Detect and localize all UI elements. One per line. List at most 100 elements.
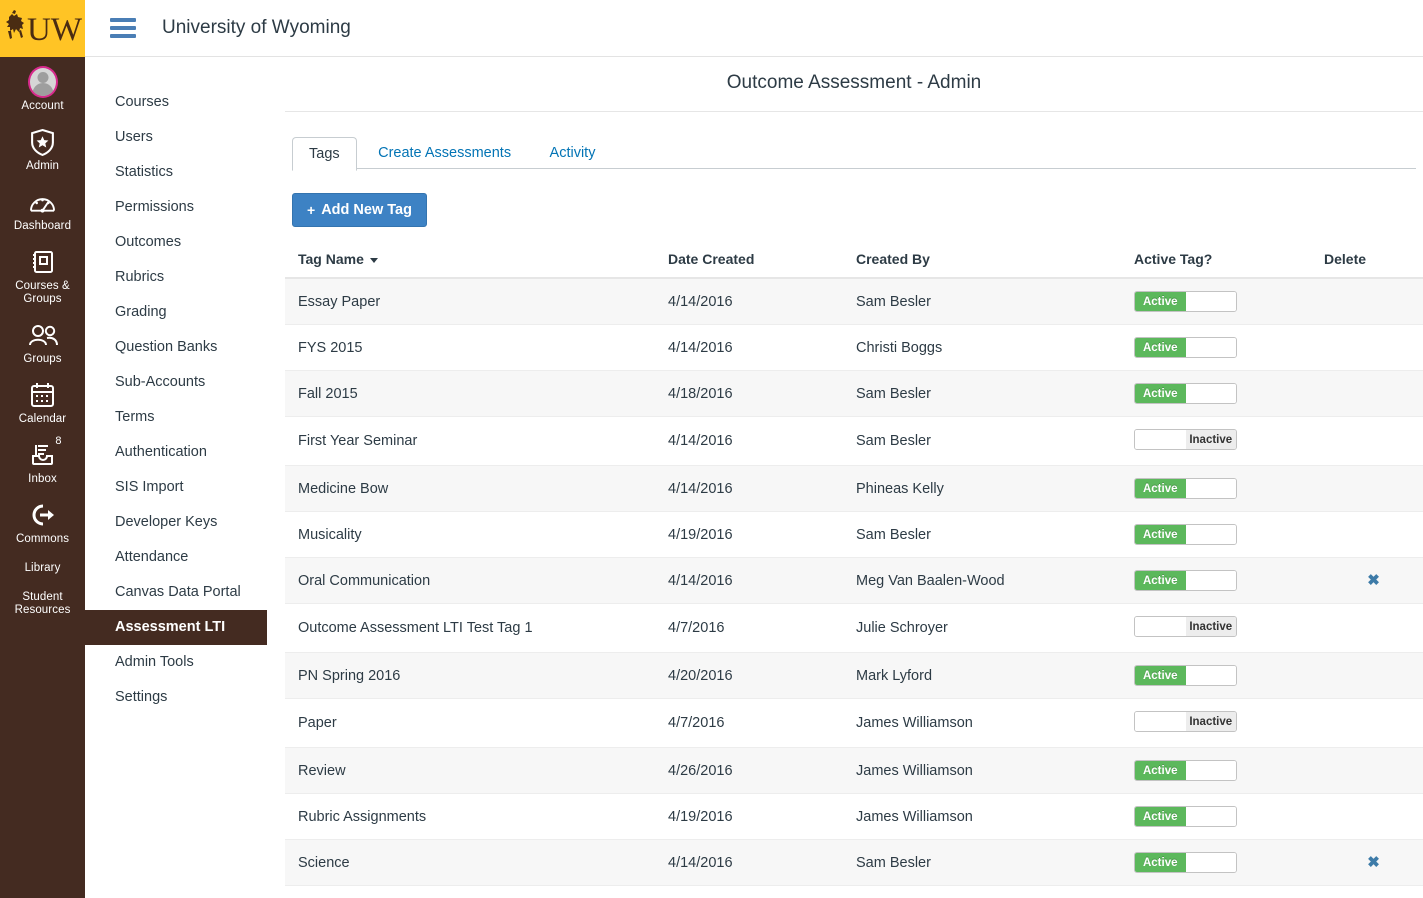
column-header-tag-name[interactable]: Tag Name: [285, 245, 668, 279]
cell-date-created: 4/20/2016: [668, 652, 856, 699]
gnav-item-inbox[interactable]: 8 Inbox: [0, 430, 85, 490]
toggle-on-label: Active: [1135, 761, 1186, 780]
cell-created-by: James Williamson: [856, 747, 1134, 794]
gauge-icon: [28, 187, 58, 217]
column-header-created-by[interactable]: Created By: [856, 245, 1134, 279]
toggle-knob: [1185, 853, 1236, 872]
top-header: University of Wyoming: [85, 0, 1423, 57]
gnav-item-dashboard[interactable]: Dashboard: [0, 177, 85, 237]
bucking-horse-icon: UW: [5, 9, 82, 48]
active-tag-toggle[interactable]: Active: [1134, 665, 1237, 686]
gnav-item-student-resources[interactable]: Student Resources: [0, 579, 85, 621]
ctx-item-admin-tools[interactable]: Admin Tools: [85, 645, 285, 680]
gnav-item-commons[interactable]: Commons: [0, 490, 85, 550]
cell-date-created: 4/7/2016: [668, 698, 856, 748]
column-header-active-tag[interactable]: Active Tag?: [1134, 245, 1324, 279]
active-tag-toggle[interactable]: Active: [1134, 760, 1237, 781]
table-row: Musicality 4/19/2016 Sam Besler Active: [285, 511, 1423, 558]
tab-create-assessments[interactable]: Create Assessments: [361, 136, 528, 170]
active-tag-toggle[interactable]: Active: [1134, 383, 1237, 404]
ctx-item-grading[interactable]: Grading: [85, 295, 285, 330]
gnav-label-courses-groups: Courses & Groups: [15, 280, 70, 305]
uw-logo[interactable]: UW: [0, 0, 85, 57]
gnav-item-courses-groups[interactable]: Courses & Groups: [0, 237, 85, 310]
people-icon: [28, 320, 58, 350]
close-x-icon[interactable]: ✖: [1367, 855, 1380, 870]
hamburger-icon[interactable]: [110, 18, 136, 38]
table-row: FYS 2015 4/14/2016 Christi Boggs Active: [285, 324, 1423, 371]
active-tag-toggle[interactable]: Active: [1134, 852, 1237, 873]
cell-active-toggle: Active: [1134, 465, 1324, 512]
ctx-item-statistics[interactable]: Statistics: [85, 155, 285, 190]
ctx-item-sis-import[interactable]: SIS Import: [85, 470, 285, 505]
cell-date-created: 4/19/2016: [668, 511, 856, 558]
cell-tag-name: Outcome Assessment LTI Test Tag 1: [285, 603, 668, 653]
cell-active-toggle: Active: [1134, 557, 1324, 604]
ctx-item-permissions[interactable]: Permissions: [85, 190, 285, 225]
cell-created-by: Sam Besler: [856, 370, 1134, 417]
cell-created-by: Erika Prager: [856, 885, 1134, 898]
active-tag-toggle[interactable]: Active: [1134, 524, 1237, 545]
active-tag-toggle[interactable]: Active: [1134, 478, 1237, 499]
table-row: Essay Paper 4/14/2016 Sam Besler Active: [285, 278, 1423, 325]
cell-active-toggle: Active: [1134, 885, 1324, 898]
active-tag-toggle[interactable]: Active: [1134, 337, 1237, 358]
cell-active-toggle: Active: [1134, 652, 1324, 699]
toggle-on-label: Active: [1135, 571, 1186, 590]
cell-tag-name: Essay Paper: [285, 278, 668, 325]
active-tag-toggle[interactable]: Active: [1134, 291, 1237, 312]
column-header-date-created[interactable]: Date Created: [668, 245, 856, 279]
add-new-tag-button[interactable]: + Add New Tag: [292, 193, 427, 227]
close-x-icon[interactable]: ✖: [1367, 573, 1380, 588]
active-tag-toggle[interactable]: Inactive: [1134, 711, 1237, 732]
table-row: PN Spring 2016 4/20/2016 Mark Lyford Active: [285, 652, 1423, 699]
toggle-knob: [1185, 807, 1236, 826]
ctx-item-developer-keys[interactable]: Developer Keys: [85, 505, 285, 540]
gnav-item-groups[interactable]: Groups: [0, 310, 85, 370]
shield-star-icon: [28, 127, 58, 157]
active-tag-toggle[interactable]: Active: [1134, 570, 1237, 591]
tab-tags[interactable]: Tags: [292, 137, 357, 171]
active-tag-toggle[interactable]: Inactive: [1134, 429, 1237, 450]
toggle-on-label: Active: [1135, 853, 1186, 872]
ctx-item-canvas-data-portal[interactable]: Canvas Data Portal: [85, 575, 285, 610]
table-row: Review 4/26/2016 James Williamson Active: [285, 747, 1423, 794]
ctx-item-sub-accounts[interactable]: Sub-Accounts: [85, 365, 285, 400]
ctx-item-assessment-lti[interactable]: Assessment LTI: [85, 610, 267, 645]
cell-tag-name: Science: [285, 839, 668, 886]
ctx-item-authentication[interactable]: Authentication: [85, 435, 285, 470]
ctx-item-users[interactable]: Users: [85, 120, 285, 155]
cell-date-created: 4/19/2016: [668, 793, 856, 840]
ctx-item-question-banks[interactable]: Question Banks: [85, 330, 285, 365]
toggle-knob: [1135, 617, 1186, 636]
arrow-out-circle-icon: [28, 500, 58, 530]
cell-created-by: Julie Schroyer: [856, 603, 1134, 653]
tab-activity[interactable]: Activity: [533, 136, 613, 170]
column-header-delete[interactable]: Delete: [1324, 245, 1423, 279]
cell-delete: [1324, 652, 1423, 699]
cell-tag-name: Medicine Bow: [285, 465, 668, 512]
gnav-label-dashboard: Dashboard: [13, 220, 72, 232]
active-tag-toggle[interactable]: Active: [1134, 806, 1237, 827]
cell-created-by: Phineas Kelly: [856, 465, 1134, 512]
ctx-item-courses[interactable]: Courses: [85, 85, 285, 120]
ctx-item-outcomes[interactable]: Outcomes: [85, 225, 285, 260]
gnav-label-commons: Commons: [15, 533, 70, 545]
gnav-item-calendar[interactable]: Calendar: [0, 370, 85, 430]
avatar-icon: [27, 66, 58, 98]
ctx-item-attendance[interactable]: Attendance: [85, 540, 285, 575]
cell-delete: [1324, 324, 1423, 371]
gnav-item-admin[interactable]: Admin: [0, 117, 85, 177]
active-tag-toggle[interactable]: Inactive: [1134, 616, 1237, 637]
gnav-label-inbox: Inbox: [28, 473, 57, 485]
cell-created-by: James Williamson: [856, 793, 1134, 840]
gnav-item-library[interactable]: Library: [0, 550, 85, 579]
toggle-knob: [1185, 338, 1236, 357]
ctx-item-rubrics[interactable]: Rubrics: [85, 260, 285, 295]
gnav-item-account[interactable]: Account: [0, 57, 85, 117]
toggle-knob: [1135, 430, 1186, 449]
ctx-item-settings[interactable]: Settings: [85, 680, 285, 715]
toggle-knob: [1185, 525, 1236, 544]
ctx-item-terms[interactable]: Terms: [85, 400, 285, 435]
cell-created-by: Sam Besler: [856, 278, 1134, 325]
